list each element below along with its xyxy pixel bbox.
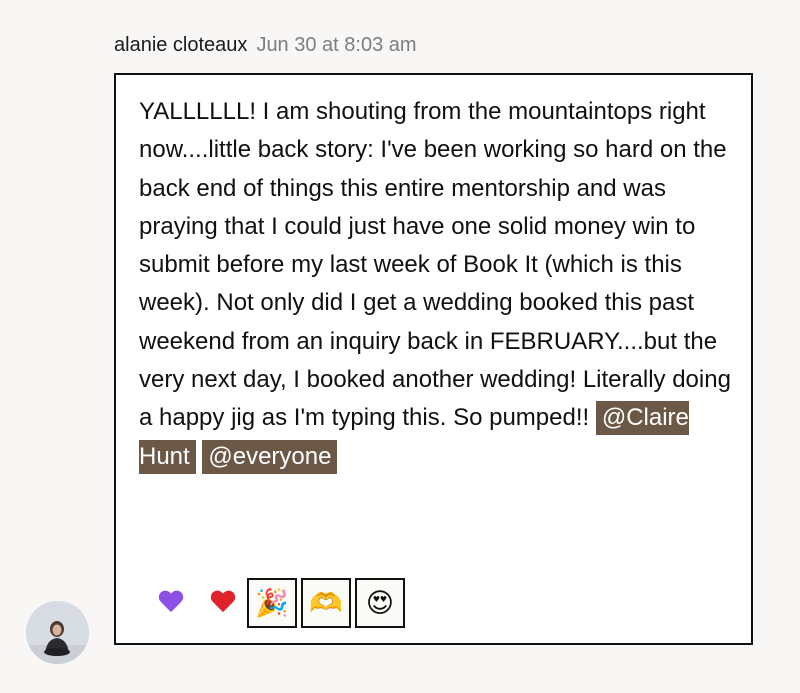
reaction-heart-eyes[interactable]: 😍 <box>355 578 405 628</box>
heart-hands-icon: 🫶 <box>309 587 343 618</box>
message-body: YALLLLLL! I am shouting from the mountai… <box>139 93 737 476</box>
author-name[interactable]: alanie cloteaux <box>114 34 247 56</box>
message-card: YALLLLLL! I am shouting from the mountai… <box>114 73 753 645</box>
reaction-purple-heart[interactable] <box>146 578 196 628</box>
heart-eyes-face-icon: 😍 <box>365 587 395 618</box>
party-popper-icon: 🎉 <box>255 587 289 618</box>
mention-everyone[interactable]: @everyone <box>202 439 338 474</box>
purple-heart-icon <box>158 591 184 615</box>
post-timestamp[interactable]: Jun 30 at 8:03 am <box>256 34 416 56</box>
post-header: alanie cloteaux Jun 30 at 8:03 am <box>114 33 417 57</box>
reaction-party-popper[interactable]: 🎉 <box>247 578 297 628</box>
reaction-red-heart[interactable] <box>198 578 248 628</box>
avatar[interactable] <box>26 601 89 664</box>
person-avatar-icon <box>26 601 89 664</box>
message-text: YALLLLLL! I am shouting from the mountai… <box>139 98 731 432</box>
reaction-heart-hands[interactable]: 🫶 <box>301 578 351 628</box>
red-heart-icon <box>210 591 236 615</box>
